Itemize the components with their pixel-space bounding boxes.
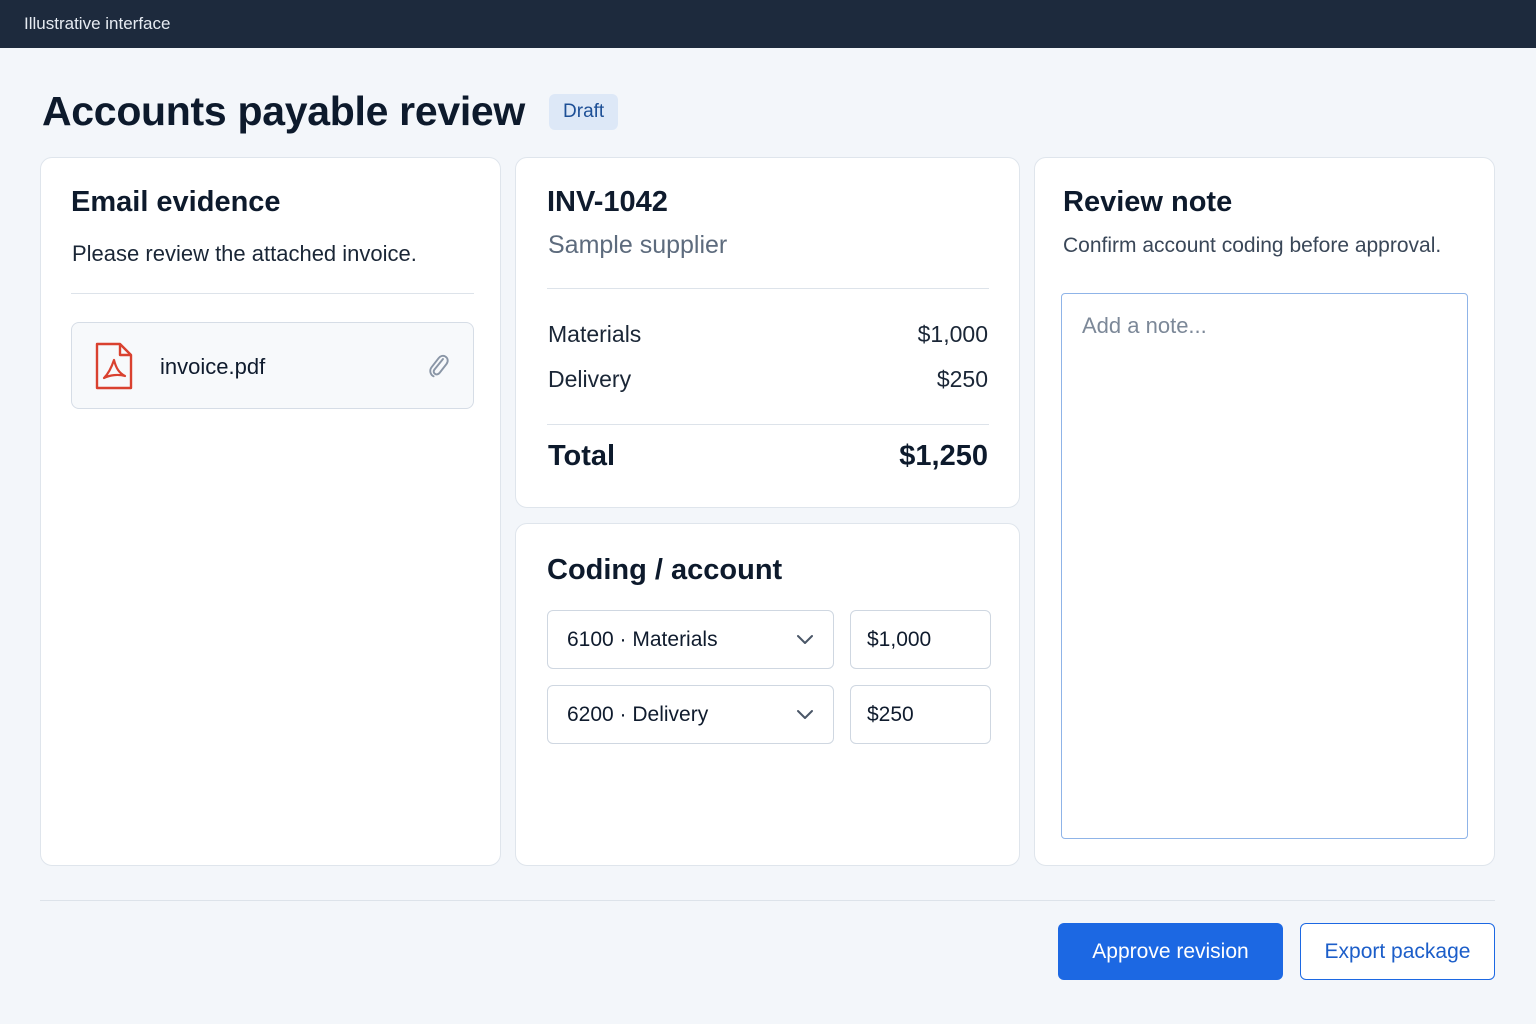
attachment-item[interactable]: invoice.pdf bbox=[71, 322, 474, 409]
review-note-input[interactable] bbox=[1061, 293, 1468, 839]
account-select-value: 6100 · Materials bbox=[567, 627, 718, 651]
paperclip-icon[interactable] bbox=[426, 351, 450, 379]
amount-field[interactable]: $250 bbox=[850, 685, 991, 744]
email-message: Please review the attached invoice. bbox=[72, 241, 417, 266]
account-select[interactable]: 6100 · Materials bbox=[547, 610, 834, 669]
invoice-summary-card: INV-1042 Sample supplier Materials $1,00… bbox=[515, 157, 1020, 508]
supplier-name: Sample supplier bbox=[548, 231, 728, 259]
line-amount: $250 bbox=[936, 366, 988, 392]
approve-revision-button[interactable]: Approve revision bbox=[1058, 923, 1283, 980]
account-select-value: 6200 · Delivery bbox=[567, 702, 709, 726]
email-evidence-title: Email evidence bbox=[71, 186, 281, 218]
invoice-total: Total $1,250 bbox=[548, 440, 988, 473]
amount-field-value: $1,000 bbox=[867, 627, 932, 651]
invoice-line: Materials $1,000 bbox=[548, 321, 988, 348]
footer-divider bbox=[40, 900, 1495, 901]
divider bbox=[547, 288, 989, 289]
page-title: Accounts payable review bbox=[42, 88, 526, 134]
account-select[interactable]: 6200 · Delivery bbox=[547, 685, 834, 744]
total-amount: $1,250 bbox=[899, 440, 988, 472]
coding-card: Coding / account 6100 · Materials $1,000… bbox=[515, 523, 1020, 866]
app-topbar: Illustrative interface bbox=[0, 0, 1536, 48]
export-package-button[interactable]: Export package bbox=[1300, 923, 1495, 980]
amount-field[interactable]: $1,000 bbox=[850, 610, 991, 669]
attachment-filename[interactable]: invoice.pdf bbox=[160, 354, 265, 380]
amount-field-value: $250 bbox=[867, 702, 914, 726]
topbar-label: Illustrative interface bbox=[24, 14, 171, 33]
line-amount: $1,000 bbox=[917, 321, 988, 347]
review-note-card: Review note Confirm account coding befor… bbox=[1034, 157, 1495, 866]
invoice-line: Delivery $250 bbox=[548, 366, 988, 393]
total-label: Total bbox=[548, 440, 616, 472]
coding-title: Coding / account bbox=[547, 554, 783, 586]
divider bbox=[71, 293, 474, 294]
invoice-id: INV-1042 bbox=[547, 186, 668, 218]
line-label: Delivery bbox=[548, 366, 632, 392]
divider bbox=[547, 424, 989, 425]
review-note-title: Review note bbox=[1063, 186, 1233, 218]
review-note-instruction: Confirm account coding before approval. bbox=[1063, 234, 1442, 257]
chevron-down-icon bbox=[797, 710, 813, 719]
status-badge: Draft bbox=[549, 93, 619, 130]
line-label: Materials bbox=[548, 321, 642, 347]
email-evidence-card: Email evidence Please review the attache… bbox=[40, 157, 501, 866]
pdf-file-icon bbox=[95, 342, 133, 390]
chevron-down-icon bbox=[797, 635, 813, 644]
page-header: Accounts payable review Draft bbox=[42, 88, 619, 135]
